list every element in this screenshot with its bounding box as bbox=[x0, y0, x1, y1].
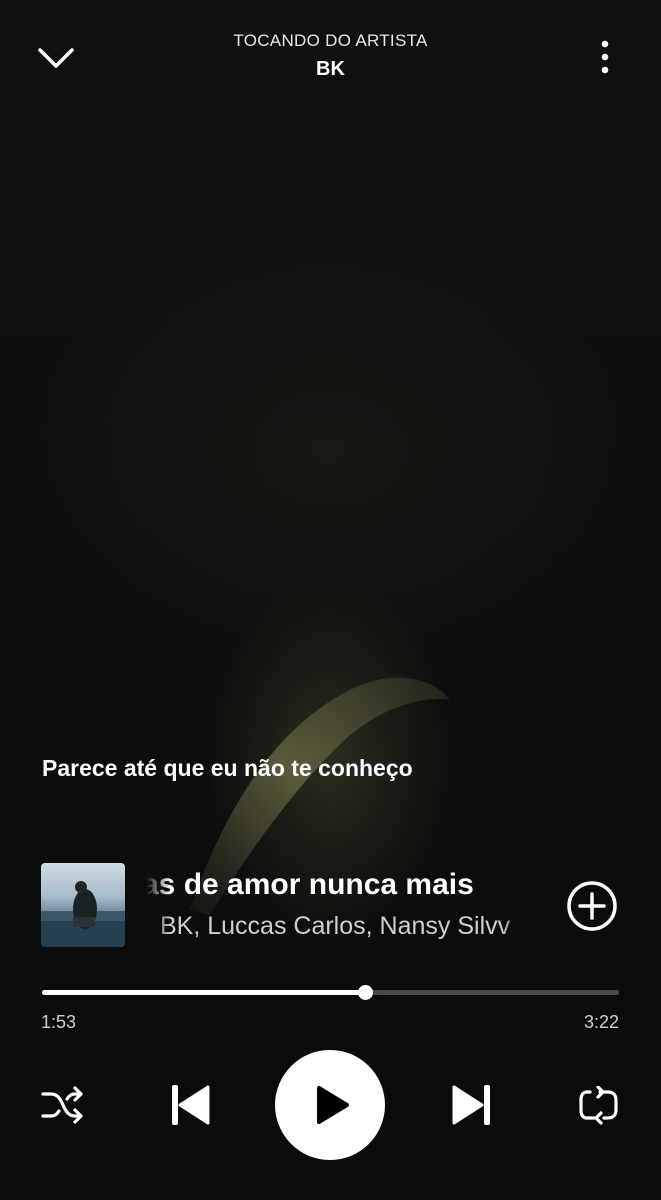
play-icon bbox=[317, 1086, 349, 1124]
track-artists: BK, Luccas Carlos, Nansy Silvv bbox=[160, 912, 511, 940]
progress-fill bbox=[42, 990, 365, 995]
repeat-icon bbox=[579, 1085, 618, 1125]
background-video bbox=[0, 0, 661, 1200]
album-art[interactable] bbox=[41, 863, 125, 947]
play-pause-button[interactable] bbox=[275, 1050, 385, 1160]
more-vertical-icon bbox=[601, 40, 609, 74]
progress-bar[interactable] bbox=[42, 985, 619, 1000]
context-artist[interactable]: BK bbox=[0, 58, 661, 81]
repeat-button[interactable] bbox=[578, 1085, 620, 1131]
marquee-fade-left bbox=[146, 862, 170, 952]
elapsed-time: 1:53 bbox=[41, 1012, 77, 1032]
progress-handle[interactable] bbox=[357, 985, 373, 1000]
marquee-fade-right bbox=[502, 862, 526, 952]
add-circle-icon bbox=[567, 881, 617, 931]
track-title: as de amor nunca mais bbox=[146, 868, 474, 901]
previous-button[interactable] bbox=[168, 1083, 212, 1132]
context-label: TOCANDO DO ARTISTA bbox=[233, 31, 428, 50]
shuffle-button[interactable] bbox=[40, 1085, 86, 1130]
add-to-library-button[interactable] bbox=[566, 880, 618, 932]
album-art-image bbox=[41, 881, 125, 947]
lyrics-line[interactable]: Parece até que eu não te conheço bbox=[42, 755, 413, 782]
now-playing-header: TOCANDO DO ARTISTA BK bbox=[0, 0, 661, 110]
track-info[interactable]: as de amor nunca mais BK, Luccas Carlos,… bbox=[146, 862, 526, 952]
total-time: 3:22 bbox=[583, 1012, 619, 1032]
skip-next-icon bbox=[452, 1085, 490, 1125]
more-options-button[interactable] bbox=[590, 36, 620, 80]
next-button[interactable] bbox=[450, 1083, 494, 1132]
skip-previous-icon bbox=[172, 1085, 210, 1125]
shuffle-icon bbox=[41, 1086, 83, 1124]
